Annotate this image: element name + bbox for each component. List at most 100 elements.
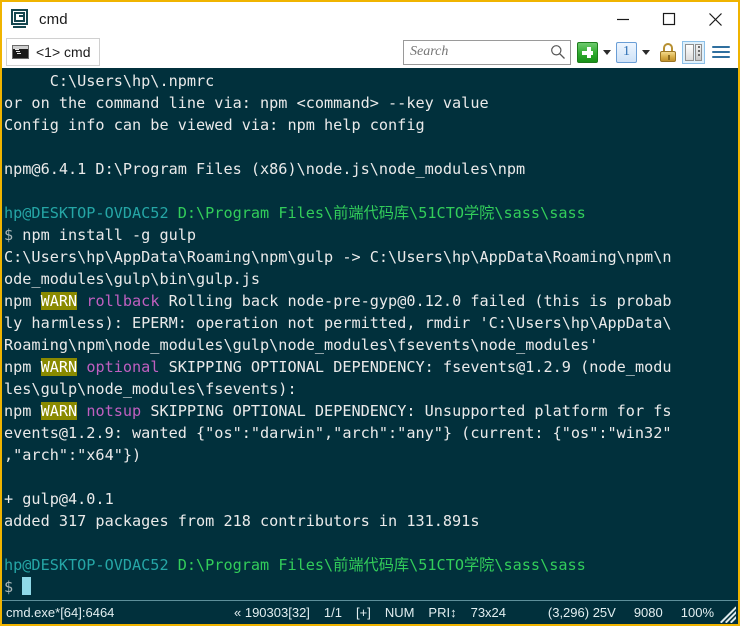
terminal-text: Config info can be viewed via: npm help … — [4, 116, 425, 134]
terminal-text: optional — [86, 358, 160, 376]
window-controls — [600, 2, 738, 36]
terminal-text: SKIPPING OPTIONAL DEPENDENCY: Unsupporte… — [141, 402, 672, 420]
terminal-text: + gulp@4.0.1 — [4, 490, 114, 508]
terminal-line: or on the command line via: npm <command… — [4, 92, 738, 114]
terminal-line: added 317 packages from 218 contributors… — [4, 510, 738, 532]
terminal-text: les\gulp\node_modules\fsevents): — [4, 380, 297, 398]
status-item: (3,296) 25V — [547, 605, 616, 620]
status-item: « 190303[32] — [234, 605, 310, 620]
split-pane-button[interactable] — [682, 40, 709, 64]
workspace-button[interactable]: 1 — [616, 41, 637, 63]
terminal-line: ,"arch":"x64"}) — [4, 444, 738, 466]
search-box[interactable] — [403, 39, 571, 65]
terminal-text: WARN — [40, 402, 78, 420]
menu-button[interactable] — [711, 42, 731, 62]
status-middle-group: « 190303[32] 1/1 [+] NUM PRI↕ 73x24 — [234, 605, 506, 620]
terminal-text: C:\Users\hp\AppData\Roaming\npm\gulp -> … — [4, 248, 672, 266]
terminal-line: $ npm install -g gulp — [4, 224, 738, 246]
close-button[interactable] — [692, 2, 738, 36]
terminal-line: + gulp@4.0.1 — [4, 488, 738, 510]
terminal-text: D:\Program Files\前端代码库\51CTO学院\sass\sass — [168, 556, 586, 574]
status-item: [+] — [355, 605, 371, 620]
status-item: 73x24 — [470, 605, 507, 620]
terminal-text: npm — [4, 358, 41, 376]
terminal-text: npm install -g gulp — [13, 226, 197, 244]
toolbar-actions: 1 — [403, 36, 733, 68]
workspace-number-icon: 1 — [616, 41, 637, 63]
lock-button[interactable] — [655, 42, 680, 63]
terminal-line: npm WARN rollback Rolling back node-pre-… — [4, 290, 738, 312]
terminal-text: SKIPPING OPTIONAL DEPENDENCY: fsevents@1… — [159, 358, 672, 376]
terminal-text: WARN — [40, 292, 78, 310]
tab-cmd-1[interactable]: <1> cmd — [6, 38, 101, 66]
terminal-output[interactable]: C:\Users\hp\.npmrc or on the command line… — [2, 68, 738, 600]
terminal-text: D:\Program Files\前端代码库\51CTO学院\sass\sass — [168, 204, 586, 222]
title-bar: cmd — [2, 2, 738, 36]
terminal-text: npm@6.4.1 D:\Program Files (x86)\node.js… — [4, 160, 526, 178]
terminal-text: events@1.2.9: wanted {"os":"darwin","arc… — [4, 424, 672, 442]
terminal-line: npm@6.4.1 D:\Program Files (x86)\node.js… — [4, 158, 738, 180]
terminal-line: $ — [4, 576, 738, 598]
terminal-text: npm — [4, 402, 41, 420]
terminal-line: C:\Users\hp\AppData\Roaming\npm\gulp -> … — [4, 246, 738, 268]
cmd-window: cmd <1> cmd Search 1 C:\Users\hp\.npmrc … — [0, 0, 740, 626]
terminal-text: hp@DESKTOP-OVDAC52 — [4, 556, 169, 574]
terminal-text: or on the command line via: npm <command… — [4, 94, 489, 112]
status-item: PRI↕ — [428, 605, 457, 620]
terminal-cursor — [22, 577, 32, 595]
minimize-icon — [617, 18, 629, 21]
terminal-text: C:\Users\hp\.npmrc — [4, 72, 215, 90]
terminal-line: Config info can be viewed via: npm help … — [4, 114, 738, 136]
terminal-text: ode_modules\gulp\bin\gulp.js — [4, 270, 261, 288]
console-tab-icon — [12, 45, 29, 59]
terminal-text: $ — [4, 226, 14, 244]
terminal-text: added 317 packages from 218 contributors… — [4, 512, 480, 530]
new-tab-plus-button[interactable] — [577, 41, 598, 63]
window-title: cmd — [39, 10, 68, 28]
terminal-text: Rolling back node-pre-gyp@0.12.0 failed … — [159, 292, 672, 310]
terminal-line: events@1.2.9: wanted {"os":"darwin","arc… — [4, 422, 738, 444]
split-pane-icon — [682, 40, 705, 64]
terminal-line: npm WARN notsup SKIPPING OPTIONAL DEPEND… — [4, 400, 738, 422]
search-input[interactable] — [410, 44, 550, 60]
terminal-line: ly harmless): EPERM: operation not permi… — [4, 312, 738, 334]
new-tab-dropdown-caret[interactable] — [600, 42, 614, 62]
resize-grip[interactable] — [718, 605, 736, 623]
minimize-button[interactable] — [600, 2, 646, 36]
terminal-line: hp@DESKTOP-OVDAC52 D:\Program Files\前端代码… — [4, 202, 738, 224]
terminal-line: les\gulp\node_modules\fsevents): — [4, 378, 738, 400]
terminal-text: hp@DESKTOP-OVDAC52 — [4, 204, 169, 222]
console-app-icon — [10, 9, 30, 29]
terminal-line: npm WARN optional SKIPPING OPTIONAL DEPE… — [4, 356, 738, 378]
status-bar: cmd.exe*[64]:6464 « 190303[32] 1/1 [+] NUM P… — [2, 600, 738, 624]
search-icon[interactable] — [550, 44, 566, 60]
workspace-dropdown-caret[interactable] — [639, 42, 653, 62]
status-item: 100% — [680, 605, 714, 620]
toolbar: <1> cmd 1 — [2, 36, 738, 68]
tab-label: <1> cmd — [36, 44, 91, 60]
lock-icon — [658, 42, 677, 63]
terminal-line: Roaming\npm\node_modules\gulp\node_modul… — [4, 334, 738, 356]
terminal-text: $ — [4, 578, 14, 596]
status-item: 9080 — [633, 605, 663, 620]
terminal-text: rollback — [86, 292, 160, 310]
terminal-text: notsup — [86, 402, 142, 420]
terminal-text: WARN — [40, 358, 78, 376]
maximize-button[interactable] — [646, 2, 692, 36]
terminal-line: C:\Users\hp\.npmrc — [4, 70, 738, 92]
maximize-icon — [662, 12, 676, 26]
terminal-text: npm — [4, 292, 41, 310]
hamburger-menu-icon — [711, 42, 731, 62]
status-item: 1/1 — [323, 605, 342, 620]
close-icon — [708, 12, 722, 26]
terminal-text: ,"arch":"x64"}) — [4, 446, 142, 464]
status-item: NUM — [384, 605, 415, 620]
terminal-line: ode_modules\gulp\bin\gulp.js — [4, 268, 738, 290]
